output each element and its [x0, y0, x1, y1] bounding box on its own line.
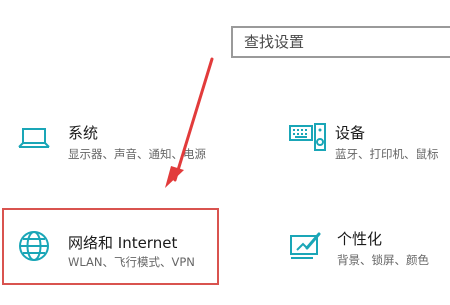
tile-title-network: 网络和 Internet: [68, 234, 178, 252]
tile-title-system: 系统: [68, 124, 99, 142]
settings-tile-network[interactable]: 网络和 Internet WLAN、飞行模式、VPN: [2, 208, 219, 285]
settings-tile-system[interactable]: 系统 显示器、声音、通知、电源: [10, 115, 210, 177]
search-input[interactable]: 查找设置: [231, 26, 450, 58]
paint-brush-icon: [290, 232, 321, 259]
tile-desc-system: 显示器、声音、通知、电源: [68, 147, 206, 161]
tile-title-devices: 设备: [335, 124, 366, 142]
keyboard-speaker-icon: [289, 123, 326, 151]
tile-desc-personalization: 背景、锁屏、颜色: [337, 253, 429, 267]
tile-title-personalization: 个性化: [337, 230, 383, 248]
globe-icon: [19, 231, 49, 261]
search-placeholder: 查找设置: [244, 33, 305, 51]
laptop-icon: [18, 128, 50, 148]
tile-desc-devices: 蓝牙、打印机、鼠标: [335, 147, 439, 161]
settings-tile-devices[interactable]: 设备 蓝牙、打印机、鼠标: [281, 115, 450, 177]
settings-tile-personalization[interactable]: 个性化 背景、锁屏、颜色: [281, 220, 450, 282]
tile-desc-network: WLAN、飞行模式、VPN: [68, 255, 195, 269]
